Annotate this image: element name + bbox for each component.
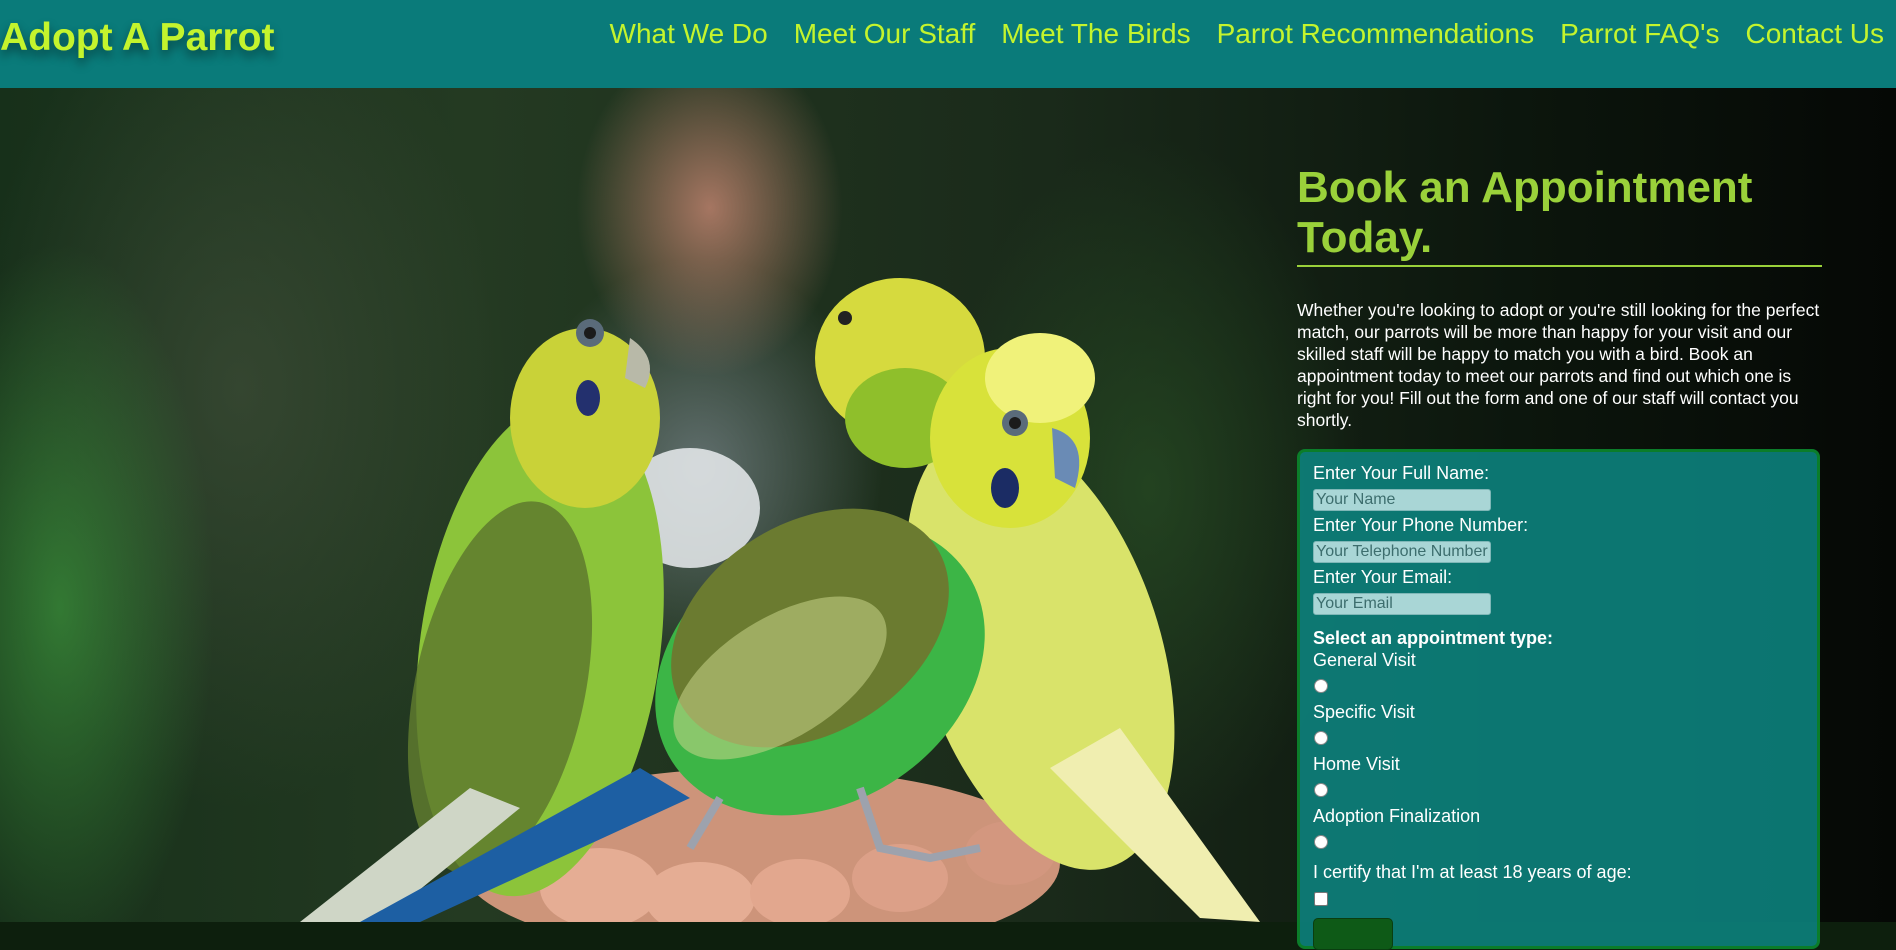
radio-home-visit[interactable] bbox=[1314, 783, 1328, 797]
age-certify-checkbox[interactable] bbox=[1314, 892, 1328, 906]
option-label-general-visit: General Visit bbox=[1313, 650, 1416, 670]
main-nav: What We Do Meet Our Staff Meet The Birds… bbox=[584, 18, 1884, 50]
radio-adoption-finalization[interactable] bbox=[1314, 835, 1328, 849]
option-label-specific-visit: Specific Visit bbox=[1313, 702, 1415, 722]
name-label: Enter Your Full Name: bbox=[1313, 463, 1490, 483]
nav-parrot-faq[interactable]: Parrot FAQ's bbox=[1560, 18, 1719, 50]
appointment-intro: Whether you're looking to adopt or you'r… bbox=[1297, 300, 1820, 430]
appointment-heading: Book an Appointment Today. bbox=[1297, 163, 1822, 267]
option-label-adoption-finalization: Adoption Finalization bbox=[1313, 806, 1481, 826]
appointment-type-title: Select an appointment type: bbox=[1313, 628, 1554, 648]
site-header: Adopt A Parrot What We Do Meet Our Staff… bbox=[0, 0, 1896, 88]
email-input[interactable] bbox=[1313, 593, 1491, 615]
appointment-section: Book an Appointment Today. Whether you'r… bbox=[1297, 163, 1822, 950]
submit-button[interactable] bbox=[1313, 918, 1393, 950]
option-label-home-visit: Home Visit bbox=[1313, 754, 1400, 774]
nav-what-we-do[interactable]: What We Do bbox=[610, 18, 768, 50]
email-label: Enter Your Email: bbox=[1313, 567, 1453, 587]
radio-general-visit[interactable] bbox=[1314, 679, 1328, 693]
phone-label: Enter Your Phone Number: bbox=[1313, 515, 1529, 535]
appointment-form: Enter Your Full Name: Enter Your Phone N… bbox=[1297, 449, 1820, 950]
nav-parrot-recommendations[interactable]: Parrot Recommendations bbox=[1217, 18, 1534, 50]
name-input[interactable] bbox=[1313, 489, 1491, 511]
nav-meet-our-staff[interactable]: Meet Our Staff bbox=[794, 18, 976, 50]
site-logo[interactable]: Adopt A Parrot bbox=[0, 16, 274, 60]
phone-input[interactable] bbox=[1313, 541, 1491, 563]
nav-contact-us[interactable]: Contact Us bbox=[1746, 18, 1885, 50]
age-certify-label: I certify that I'm at least 18 years of … bbox=[1313, 862, 1632, 882]
nav-meet-the-birds[interactable]: Meet The Birds bbox=[1001, 18, 1190, 50]
radio-specific-visit[interactable] bbox=[1314, 731, 1328, 745]
